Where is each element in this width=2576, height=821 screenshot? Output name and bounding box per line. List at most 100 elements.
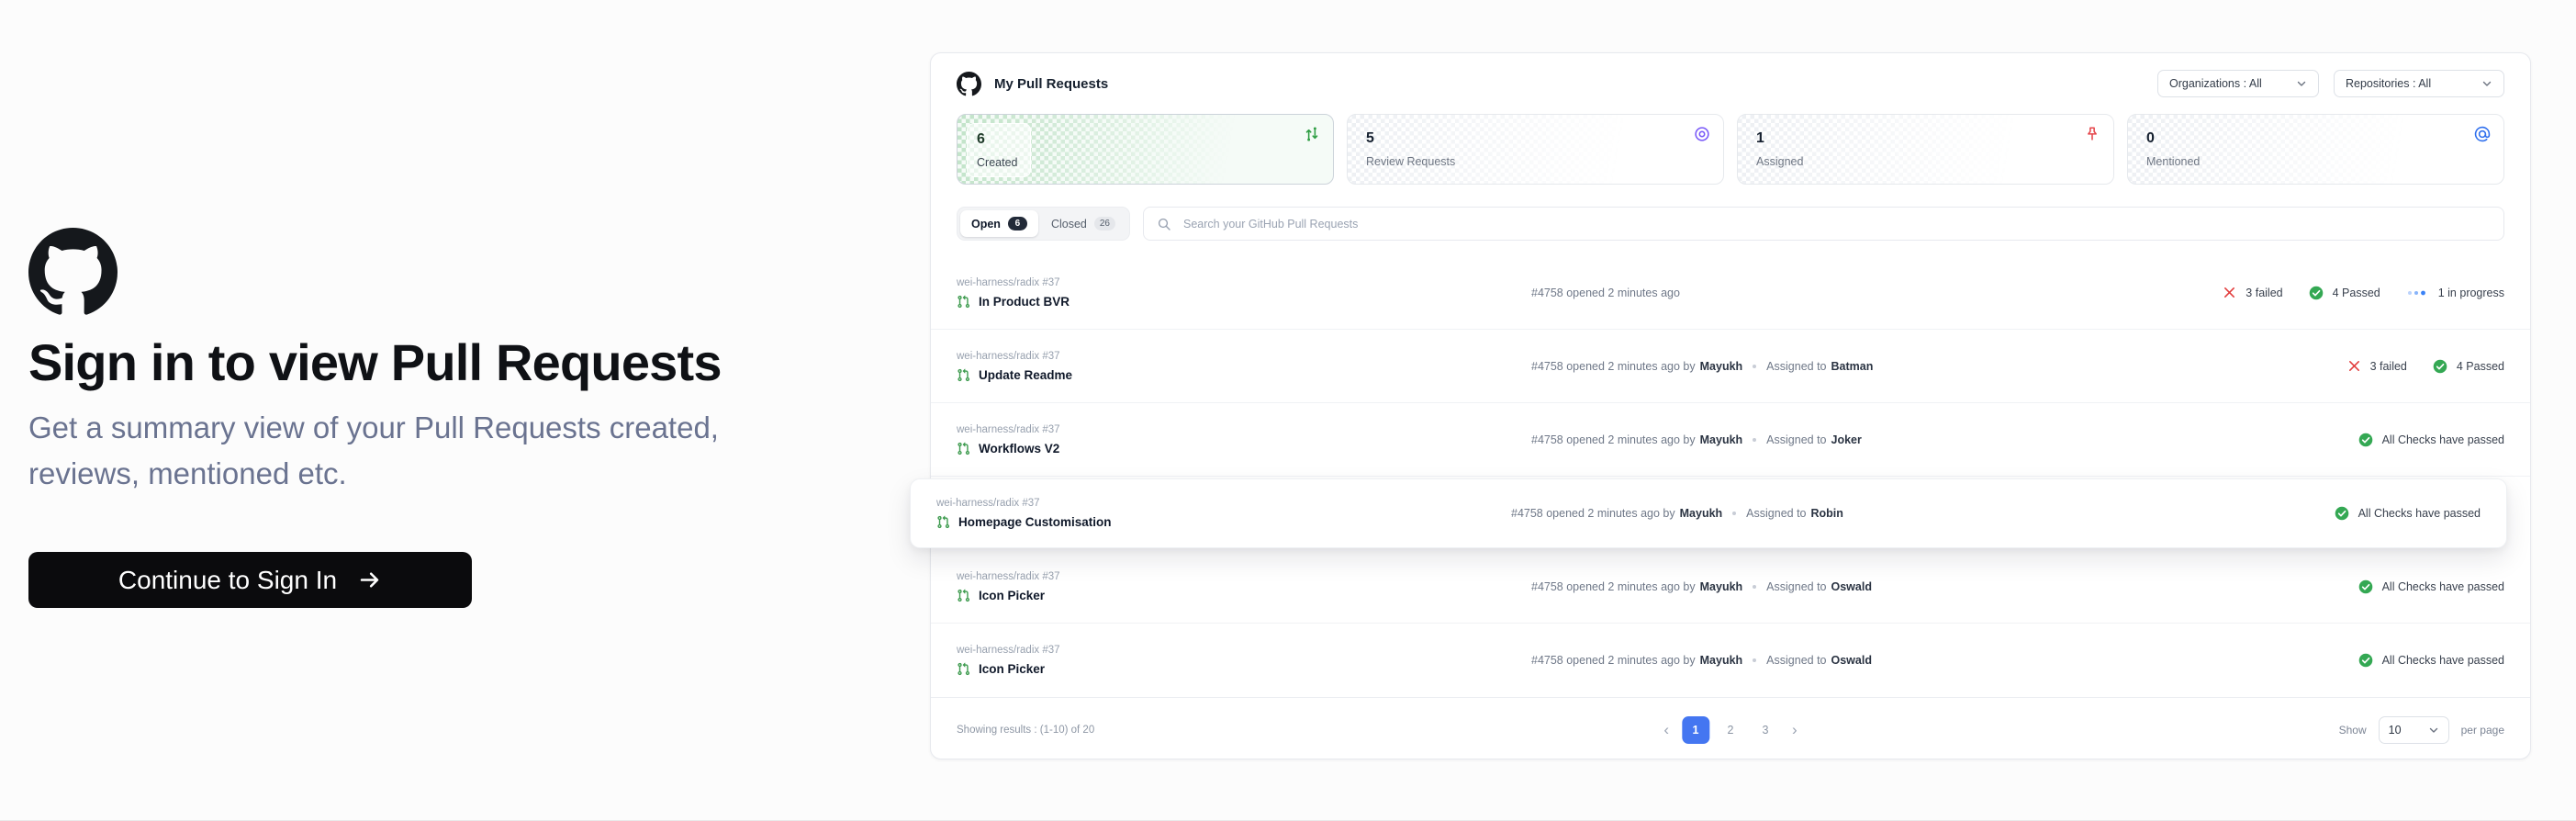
failed-x-icon [2347, 359, 2361, 373]
pr-row[interactable]: wei-harness/radix #37 Workflows V2 #4758… [931, 403, 2530, 477]
pr-meta: #4758 opened 2 minutes ago by Mayukh Ass… [1531, 580, 2358, 593]
page-size-value: 10 [2389, 724, 2402, 737]
pr-author: Mayukh [1700, 580, 1743, 593]
stat-card[interactable]: 0 Mentioned [2127, 114, 2504, 185]
page-button[interactable]: 3 [1752, 716, 1779, 744]
pr-title: Workflows V2 [979, 442, 1059, 455]
page-button[interactable]: 2 [1717, 716, 1744, 744]
passed-check-icon [2433, 359, 2447, 374]
show-label: Show [2339, 724, 2367, 737]
chevron-down-icon [2481, 78, 2492, 89]
stats-row: 6 Created 5 Review Requests 1 Assigned [931, 114, 2530, 185]
stat-card[interactable]: 6 Created [957, 114, 1334, 185]
continue-signin-button[interactable]: Continue to Sign In [28, 552, 472, 608]
page-buttons: 123 [1682, 716, 1779, 744]
check-status: 3 failed [2223, 286, 2282, 299]
dot-separator [1753, 365, 1756, 368]
toolbar: Open 6 Closed 26 [931, 207, 2530, 241]
check-status-label: 4 Passed [2333, 287, 2380, 299]
pr-status-group: All Checks have passed [2358, 653, 2504, 668]
check-status: All Checks have passed [2335, 506, 2481, 521]
next-page-button[interactable]: › [1786, 721, 1803, 739]
pr-title: Icon Picker [979, 662, 1045, 676]
check-status: All Checks have passed [2358, 579, 2504, 594]
pr-repo: wei-harness/radix #37 [936, 498, 1511, 509]
pr-title: Icon Picker [979, 589, 1045, 602]
passed-check-icon [2358, 433, 2373, 447]
dot-separator [1753, 438, 1756, 442]
repositories-filter-label: Repositories : All [2346, 77, 2431, 90]
pr-assignee: Oswald [1831, 580, 1872, 593]
signin-title: Sign in to view Pull Requests [28, 333, 790, 392]
in-progress-dots-icon [2406, 288, 2429, 298]
passed-check-icon [2358, 653, 2373, 668]
stat-label: Created [977, 156, 1017, 169]
at-icon [2474, 126, 2491, 142]
check-status-label: 4 Passed [2457, 360, 2504, 373]
panel-title: My Pull Requests [994, 76, 1108, 92]
pr-meta: #4758 opened 2 minutes ago by Mayukh Ass… [1531, 433, 2358, 446]
pr-repo: wei-harness/radix #37 [957, 645, 1531, 656]
pin-icon [2084, 126, 2100, 142]
git-compare-icon [1304, 126, 1320, 142]
github-logo-icon [957, 72, 981, 96]
chevron-down-icon [2296, 78, 2307, 89]
assigned-to-label: Assigned to [1746, 507, 1806, 520]
stat-card-body: 5 Review Requests [1357, 123, 1468, 175]
pr-meta-text: #4758 opened 2 minutes ago by [1531, 433, 1696, 446]
pr-title: Update Readme [979, 368, 1072, 382]
pr-status-group: All Checks have passed [2335, 506, 2481, 521]
check-status: 4 Passed [2309, 286, 2380, 300]
pr-assignee: Oswald [1831, 654, 1872, 667]
page-size-select[interactable]: 10 [2379, 716, 2449, 744]
git-pull-request-icon [936, 515, 950, 529]
prev-page-button[interactable]: ‹ [1658, 721, 1674, 739]
stat-label: Assigned [1756, 155, 1803, 168]
app-window: Sign in to view Pull Requests Get a summ… [0, 0, 2576, 821]
pr-row-main: wei-harness/radix #37 Homepage Customisa… [936, 498, 1511, 529]
tab-count-badge: 6 [1008, 217, 1027, 231]
pr-repo: wei-harness/radix #37 [957, 424, 1531, 435]
pr-row-main: wei-harness/radix #37 Workflows V2 [957, 424, 1531, 455]
organizations-filter-label: Organizations : All [2169, 77, 2262, 90]
pr-author: Mayukh [1700, 360, 1743, 373]
git-pull-request-icon [957, 662, 970, 676]
panel-header: My Pull Requests Organizations : All Rep… [931, 53, 2530, 114]
passed-check-icon [2335, 506, 2349, 521]
tab-count-badge: 26 [1094, 217, 1115, 231]
search-input[interactable] [1182, 217, 2491, 231]
pr-author: Mayukh [1680, 507, 1723, 520]
continue-signin-label: Continue to Sign In [118, 566, 337, 595]
dot-separator [1732, 512, 1736, 515]
page-size-control: Show 10 per page [2339, 716, 2504, 744]
pr-row[interactable]: wei-harness/radix #37 Icon Picker #4758 … [931, 550, 2530, 624]
pr-row[interactable]: wei-harness/radix #37 Update Readme #475… [931, 330, 2530, 403]
check-status-label: 1 in progress [2438, 287, 2504, 299]
page-button[interactable]: 1 [1682, 716, 1709, 744]
check-status: All Checks have passed [2358, 653, 2504, 668]
pr-row[interactable]: wei-harness/radix #37 In Product BVR #47… [931, 256, 2530, 330]
pr-repo: wei-harness/radix #37 [957, 277, 1531, 288]
stat-label: Review Requests [1366, 155, 1455, 168]
tab-closed[interactable]: Closed 26 [1040, 210, 1126, 237]
pr-assignee: Robin [1811, 507, 1843, 520]
check-status-label: All Checks have passed [2382, 654, 2504, 667]
pr-meta-text: #4758 opened 2 minutes ago by [1531, 580, 1696, 593]
pr-row[interactable]: wei-harness/radix #37 Homepage Customisa… [910, 478, 2507, 548]
pr-meta: #4758 opened 2 minutes ago [1531, 287, 2223, 299]
pr-author: Mayukh [1700, 433, 1743, 446]
pr-meta-text: #4758 opened 2 minutes ago by [1531, 360, 1696, 373]
tab-open[interactable]: Open 6 [960, 210, 1038, 237]
pr-row[interactable]: wei-harness/radix #37 Icon Picker #4758 … [931, 624, 2530, 697]
pr-list: wei-harness/radix #37 In Product BVR #47… [931, 256, 2530, 697]
pr-status-group: All Checks have passed [2358, 579, 2504, 594]
check-status: 1 in progress [2406, 287, 2504, 299]
check-status-label: 3 failed [2370, 360, 2407, 373]
organizations-filter[interactable]: Organizations : All [2157, 70, 2319, 97]
pr-meta-text: #4758 opened 2 minutes ago by [1511, 507, 1675, 520]
repositories-filter[interactable]: Repositories : All [2334, 70, 2504, 97]
assigned-to-label: Assigned to [1766, 360, 1826, 373]
stat-card[interactable]: 1 Assigned [1737, 114, 2114, 185]
stat-card[interactable]: 5 Review Requests [1347, 114, 1724, 185]
search-box[interactable] [1143, 207, 2504, 241]
